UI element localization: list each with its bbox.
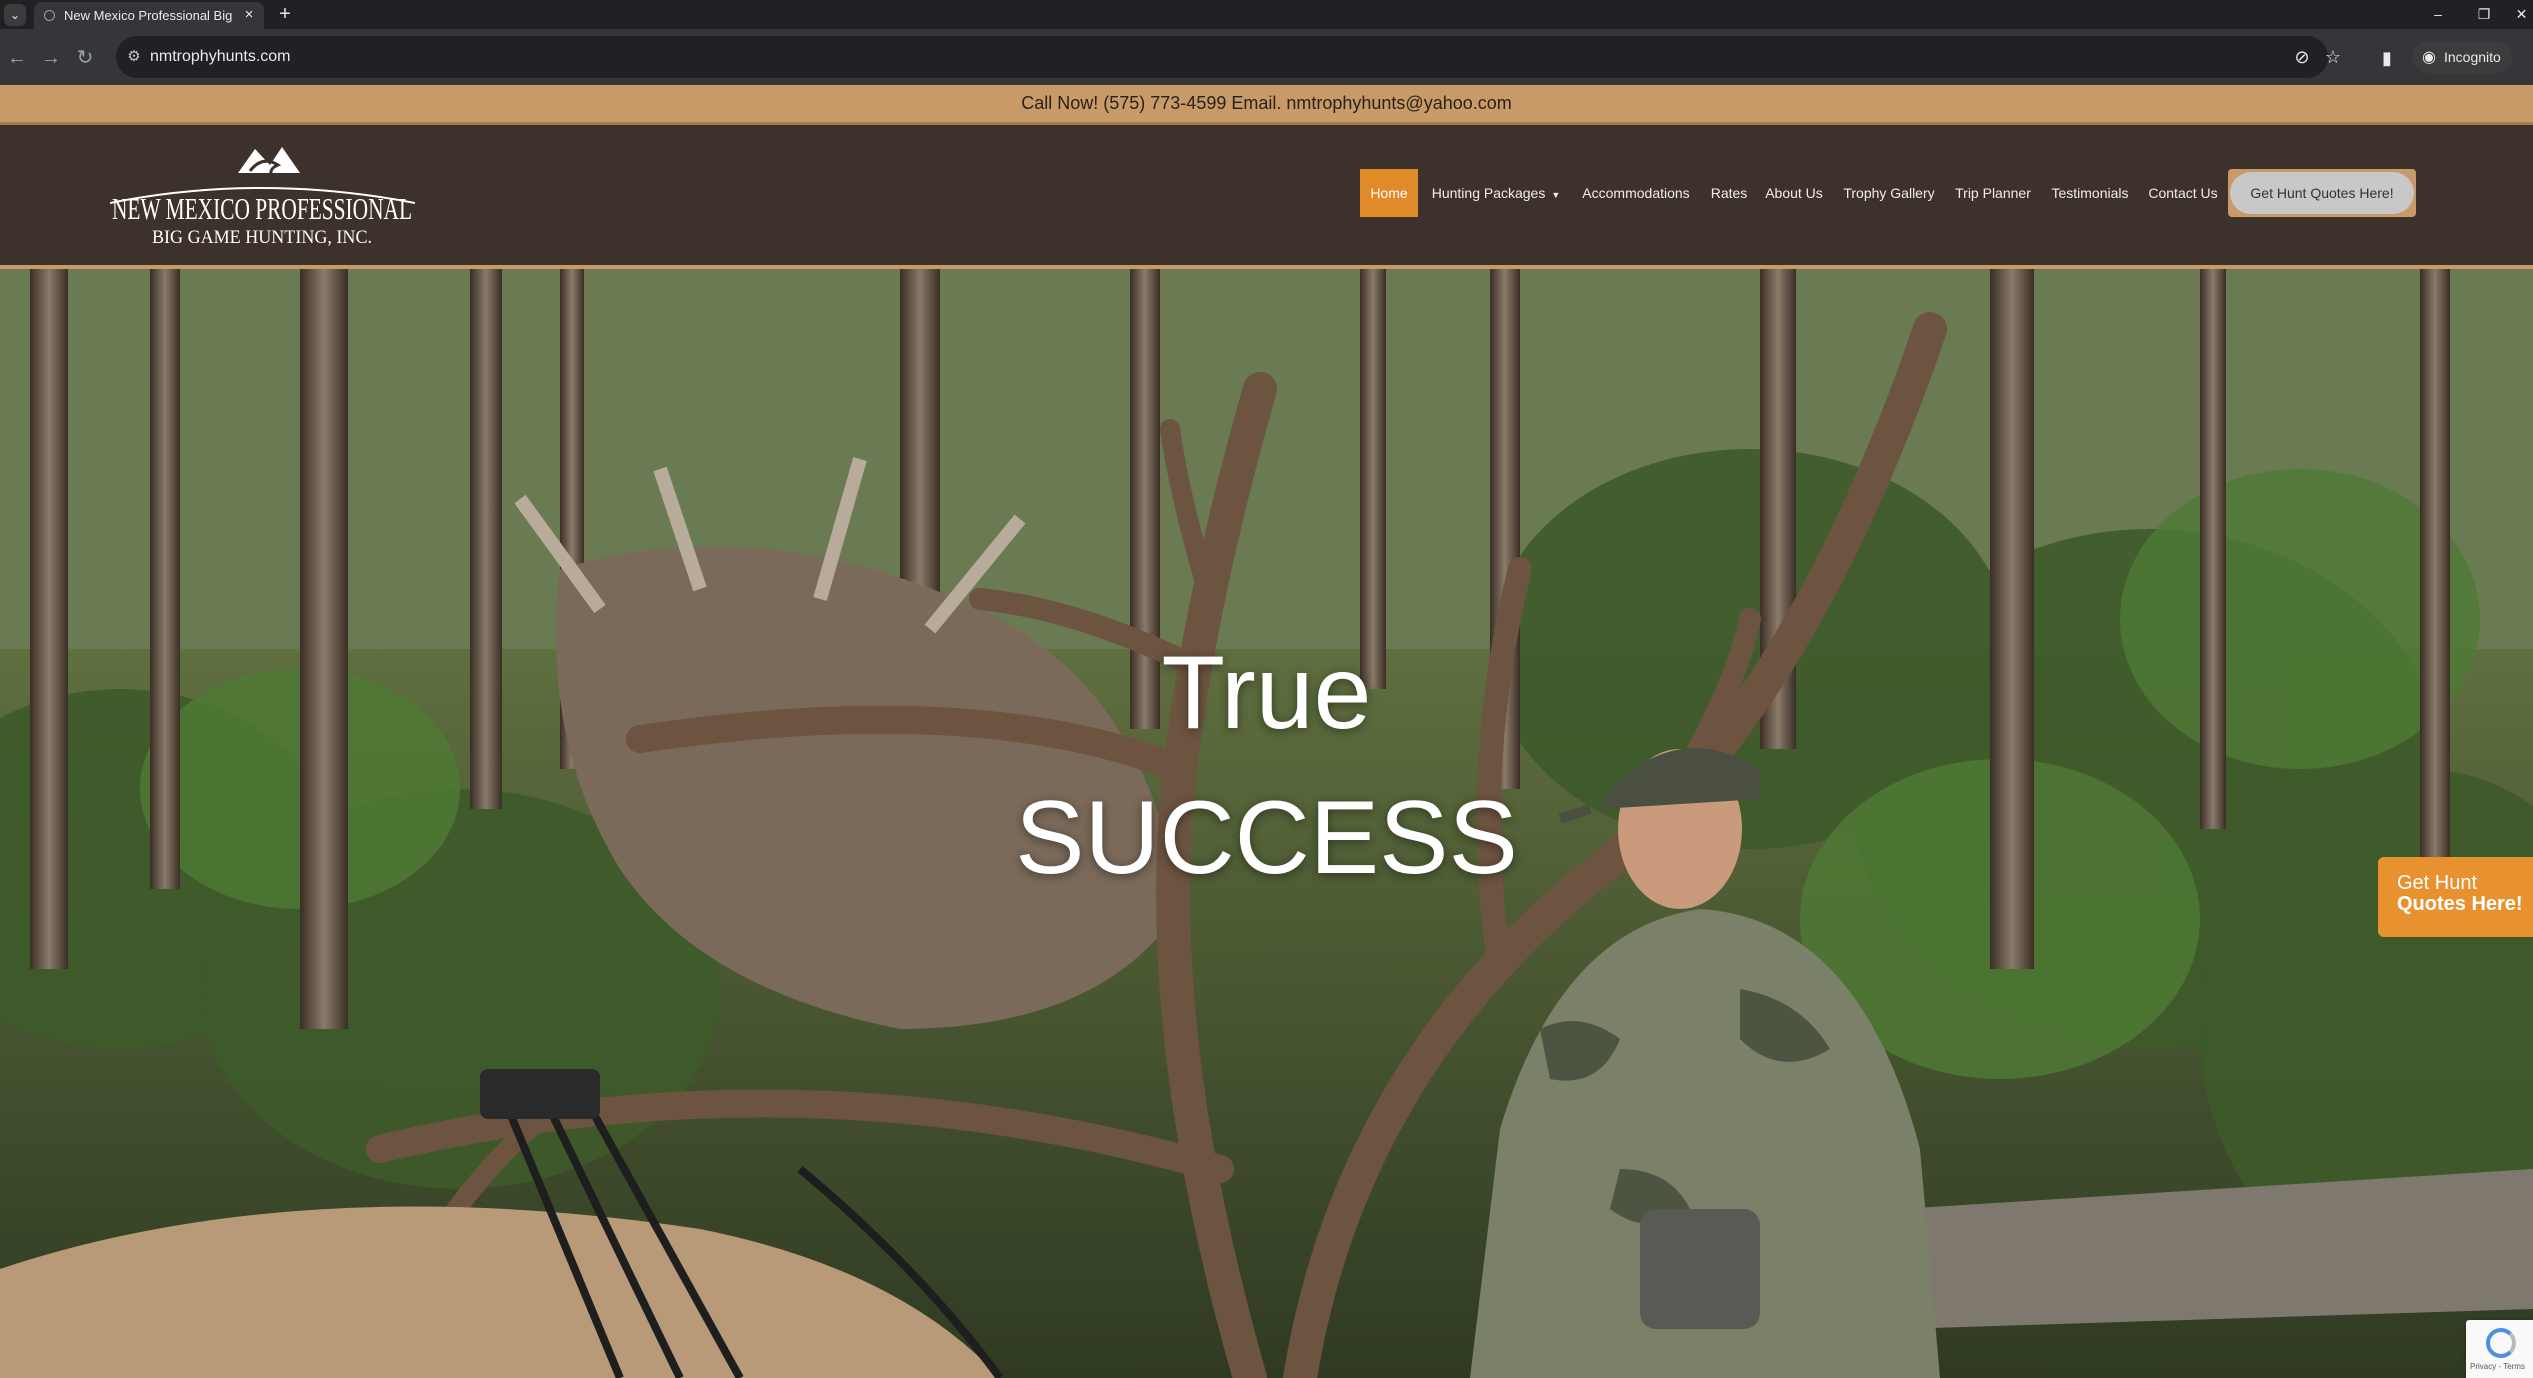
browser-tab-strip: ⌄ New Mexico Professional Big G × + – ❐ …	[0, 0, 2533, 29]
site-info-tune-icon[interactable]: ⚙	[124, 47, 144, 67]
browser-toolbar: ← → ↻ ⚙ nmtrophyhunts.com ⊘ ☆ ▮ ◉ Incogn…	[0, 29, 2533, 85]
url-text[interactable]: nmtrophyhunts.com	[150, 48, 291, 66]
floating-get-quotes-button[interactable]: Get Hunt Quotes Here!	[2378, 857, 2533, 937]
nav-hunting-packages-label: Hunting Packages	[1431, 185, 1546, 201]
tracking-protection-eye-icon[interactable]: ⊘	[2291, 46, 2313, 68]
nav-trophy-gallery-label: Trophy Gallery	[1843, 185, 1935, 201]
nav-accommodations[interactable]: Accommodations	[1574, 169, 1698, 217]
hero-banner: True SUCCESS Get Hunt Quotes Here! Priva…	[0, 269, 2533, 1378]
dropdown-caret-icon: ▼	[1551, 190, 1561, 200]
logo-line-2: BIG GAME HUNTING, INC.	[152, 227, 372, 248]
new-tab-plus-icon[interactable]: +	[274, 3, 296, 25]
nav-hunting-packages[interactable]: Hunting Packages ▼	[1426, 169, 1566, 217]
nav-trophy-gallery[interactable]: Trophy Gallery	[1836, 169, 1942, 217]
browser-tab[interactable]: New Mexico Professional Big G ×	[34, 2, 264, 29]
tab-search-chevron-icon[interactable]: ⌄	[4, 4, 26, 26]
incognito-icon: ◉	[2422, 49, 2436, 66]
floating-quotes-line-2: Quotes Here!	[2397, 893, 2523, 915]
site-header: NEW MEXICO PROFESSIONAL BIG GAME HUNTING…	[0, 125, 2533, 269]
nav-rates[interactable]: Rates	[1706, 169, 1752, 217]
site-favicon-icon	[44, 10, 55, 21]
recaptcha-icon	[2486, 1328, 2516, 1358]
hero-heading-line-1: True	[1161, 635, 1372, 751]
nav-home-label: Home	[1370, 185, 1408, 201]
bookmark-star-icon[interactable]: ☆	[2322, 46, 2344, 68]
nav-contact-us[interactable]: Contact Us	[2144, 169, 2222, 217]
floating-quotes-line-1: Get Hunt	[2397, 872, 2478, 894]
tab-title: New Mexico Professional Big G	[64, 8, 234, 23]
contact-info-text: Call Now! (575) 773-4599 Email. nmtrophy…	[1021, 93, 1512, 113]
address-bar[interactable]: ⚙ nmtrophyhunts.com ⊘ ☆	[116, 36, 2341, 78]
logo-line-1: NEW MEXICO PROFESSIONAL	[112, 191, 412, 226]
get-hunt-quotes-button[interactable]: Get Hunt Quotes Here!	[2230, 172, 2414, 214]
forward-arrow-icon[interactable]: →	[38, 45, 64, 71]
nav-rates-label: Rates	[1710, 185, 1748, 201]
recaptcha-text[interactable]: Privacy - Terms	[2470, 1362, 2525, 1371]
minimize-window-icon[interactable]: –	[2418, 2, 2458, 26]
nav-testimonials[interactable]: Testimonials	[2044, 169, 2136, 217]
close-window-icon[interactable]: ✕	[2510, 2, 2533, 26]
nav-about-us-label: About Us	[1765, 185, 1823, 201]
contact-top-bar: Call Now! (575) 773-4599 Email. nmtrophy…	[0, 85, 2533, 125]
web-page: Call Now! (575) 773-4599 Email. nmtrophy…	[0, 85, 2533, 1378]
incognito-badge[interactable]: ◉ Incognito	[2412, 41, 2512, 73]
reload-icon[interactable]: ↻	[72, 45, 98, 71]
recaptcha-badge[interactable]: Privacy - Terms	[2466, 1320, 2533, 1378]
back-arrow-icon[interactable]: ←	[4, 45, 30, 71]
nav-trip-planner[interactable]: Trip Planner	[1950, 169, 2036, 217]
nav-trip-planner-label: Trip Planner	[1955, 185, 2031, 201]
incognito-label: Incognito	[2444, 49, 2501, 65]
get-hunt-quotes-button-frame: Get Hunt Quotes Here!	[2228, 169, 2416, 217]
nav-contact-us-label: Contact Us	[2148, 185, 2218, 201]
site-logo[interactable]: NEW MEXICO PROFESSIONAL BIG GAME HUNTING…	[110, 143, 415, 251]
nav-about-us[interactable]: About Us	[1760, 169, 1828, 217]
side-panel-icon[interactable]: ▮	[2375, 46, 2399, 70]
close-tab-icon[interactable]: ×	[240, 6, 258, 24]
nav-testimonials-label: Testimonials	[2051, 185, 2129, 201]
nav-home[interactable]: Home	[1360, 169, 1418, 217]
nav-accommodations-label: Accommodations	[1582, 185, 1690, 201]
hero-heading-line-2: SUCCESS	[1015, 780, 1518, 896]
restore-window-icon[interactable]: ❐	[2464, 2, 2504, 26]
